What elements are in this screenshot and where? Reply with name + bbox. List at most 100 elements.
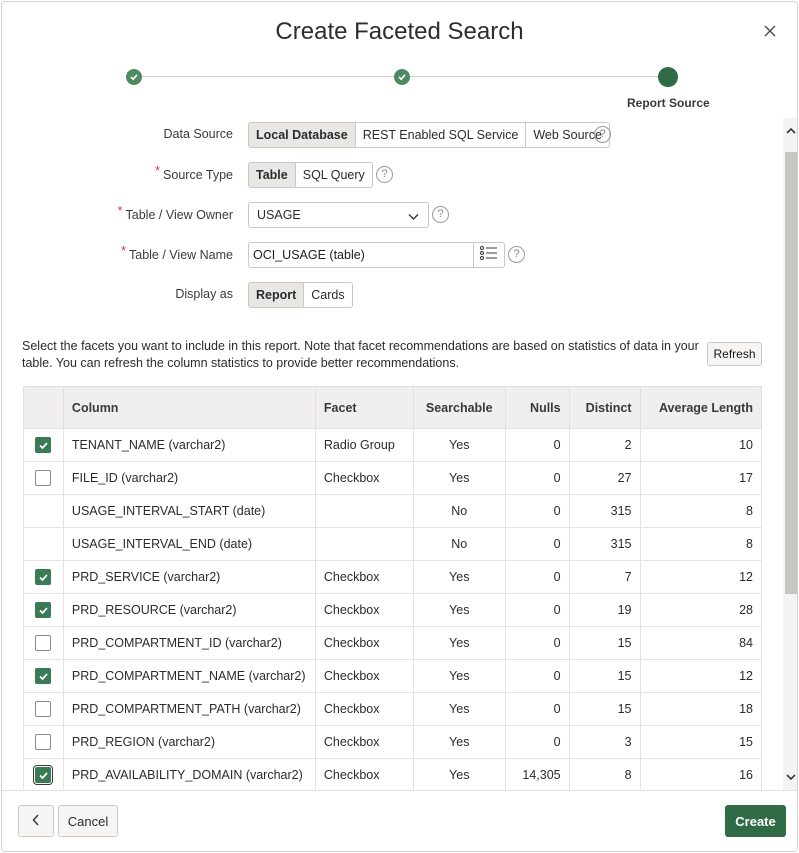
- table-header-row: Column Facet Searchable Nulls Distinct A…: [23, 386, 763, 429]
- table-owner-select[interactable]: USAGE: [248, 202, 429, 228]
- help-icon[interactable]: ?: [594, 126, 611, 143]
- cell-select: [23, 725, 64, 759]
- cell-searchable: Yes: [412, 560, 506, 594]
- column-header-average-length: Average Length: [639, 386, 763, 429]
- cell-column: USAGE_INTERVAL_START (date): [62, 494, 316, 528]
- data-source-rest-sql[interactable]: REST Enabled SQL Service: [356, 123, 527, 147]
- table-row: TENANT_NAME (varchar2) Radio Group Yes 0 2 10: [23, 428, 763, 462]
- include-facet-checkbox[interactable]: [35, 569, 52, 585]
- cell-facet: Checkbox: [314, 758, 414, 790]
- cancel-button[interactable]: Cancel: [58, 805, 118, 837]
- display-as-cards[interactable]: Cards: [304, 283, 351, 307]
- cell-distinct: 15: [568, 626, 641, 660]
- column-header-searchable: Searchable: [412, 386, 506, 429]
- cell-facet: [314, 527, 414, 561]
- display-as-row: Display as Report Cards: [2, 282, 783, 308]
- cell-searchable: Yes: [412, 593, 506, 627]
- cell-nulls: 0: [504, 659, 570, 693]
- source-type-label: * Source Type: [154, 163, 233, 182]
- table-row: PRD_REGION (varchar2) Checkbox Yes 0 3 15: [23, 725, 763, 759]
- cell-distinct: 7: [568, 560, 641, 594]
- cell-nulls: 0: [504, 560, 570, 594]
- cell-select: [23, 527, 64, 561]
- display-as-selector: Report Cards: [248, 282, 353, 308]
- source-type-table[interactable]: Table: [249, 163, 296, 187]
- check-icon: [39, 441, 48, 449]
- cell-select: [23, 560, 64, 594]
- cell-nulls: 0: [504, 593, 570, 627]
- display-as-report[interactable]: Report: [249, 283, 305, 307]
- include-facet-checkbox[interactable]: [35, 701, 52, 717]
- source-type-selector: Table SQL Query: [248, 162, 373, 188]
- check-icon: [130, 74, 138, 81]
- column-header-distinct: Distinct: [568, 386, 641, 429]
- cell-select: [23, 494, 64, 528]
- cell-searchable: Yes: [412, 692, 506, 726]
- wizard-step-label: Report Source: [627, 96, 710, 110]
- wizard-step-complete: [394, 69, 410, 85]
- include-facet-checkbox[interactable]: [35, 668, 52, 684]
- help-icon[interactable]: ?: [376, 166, 393, 183]
- vertical-scrollbar[interactable]: [783, 118, 797, 790]
- data-source-local-database[interactable]: Local Database: [249, 123, 356, 147]
- cell-searchable: Yes: [412, 758, 506, 790]
- table-row: PRD_SERVICE (varchar2) Checkbox Yes 0 7 12: [23, 560, 763, 594]
- close-button[interactable]: [757, 20, 783, 46]
- wizard-connector: [410, 76, 660, 77]
- cell-facet: [314, 494, 414, 528]
- cell-nulls: 0: [504, 494, 570, 528]
- include-facet-checkbox[interactable]: [35, 470, 52, 486]
- include-facet-checkbox[interactable]: [35, 734, 52, 750]
- dialog-title: Create Faceted Search: [275, 18, 524, 45]
- wizard-step-complete: [126, 69, 142, 85]
- list-of-values-button[interactable]: [473, 242, 505, 268]
- cell-facet: Checkbox: [314, 659, 414, 693]
- cell-searchable: Yes: [412, 626, 506, 660]
- cell-nulls: 0: [504, 692, 570, 726]
- cell-searchable: No: [412, 494, 506, 528]
- include-facet-checkbox[interactable]: [33, 765, 54, 785]
- cell-average-length: 8: [639, 527, 763, 561]
- include-facet-checkbox[interactable]: [35, 437, 52, 453]
- cell-nulls: 0: [504, 527, 570, 561]
- cell-distinct: 315: [568, 494, 641, 528]
- help-icon[interactable]: ?: [432, 206, 449, 223]
- chevron-left-icon: [32, 813, 40, 829]
- cell-nulls: 0: [504, 461, 570, 495]
- cell-select: [23, 461, 64, 495]
- wizard-connector: [142, 76, 396, 77]
- help-icon[interactable]: ?: [508, 246, 525, 263]
- cell-facet: Checkbox: [314, 593, 414, 627]
- source-type-sql-query[interactable]: SQL Query: [296, 163, 372, 187]
- scrollbar-thumb[interactable]: [785, 152, 797, 594]
- table-owner-value: USAGE: [257, 208, 301, 222]
- table-owner-row: * Table / View Owner USAGE ?: [2, 202, 783, 228]
- table-name-row: *Table / View Name ?: [2, 242, 783, 268]
- cell-average-length: 17: [639, 461, 763, 495]
- cell-distinct: 315: [568, 527, 641, 561]
- cell-searchable: Yes: [412, 461, 506, 495]
- column-header-column: Column: [62, 386, 316, 429]
- data-source-row: Data Source Local Database REST Enabled …: [2, 122, 783, 148]
- create-button[interactable]: Create: [725, 805, 786, 837]
- close-icon: [764, 24, 776, 42]
- list-icon: [480, 245, 498, 265]
- cell-average-length: 16: [639, 758, 763, 790]
- cell-facet: Checkbox: [314, 560, 414, 594]
- cell-select: [23, 692, 64, 726]
- table-name-input[interactable]: [248, 242, 474, 268]
- create-faceted-search-dialog: Create Faceted Search Report Source Data…: [1, 1, 798, 852]
- chevron-down-icon: [408, 210, 419, 224]
- cell-average-length: 12: [639, 560, 763, 594]
- table-name-label: * Table / View Name: [120, 243, 233, 262]
- table-row: USAGE_INTERVAL_START (date) No 0 315 8: [23, 494, 763, 528]
- cell-column: PRD_COMPARTMENT_ID (varchar2): [62, 626, 316, 660]
- cell-facet: Checkbox: [314, 692, 414, 726]
- include-facet-checkbox[interactable]: [35, 602, 52, 618]
- back-button[interactable]: [18, 805, 54, 837]
- refresh-button[interactable]: Refresh: [707, 342, 762, 366]
- table-row: PRD_RESOURCE (varchar2) Checkbox Yes 0 19 28: [23, 593, 763, 627]
- cell-average-length: 8: [639, 494, 763, 528]
- display-as-label: Display as: [175, 287, 233, 301]
- include-facet-checkbox[interactable]: [35, 635, 52, 651]
